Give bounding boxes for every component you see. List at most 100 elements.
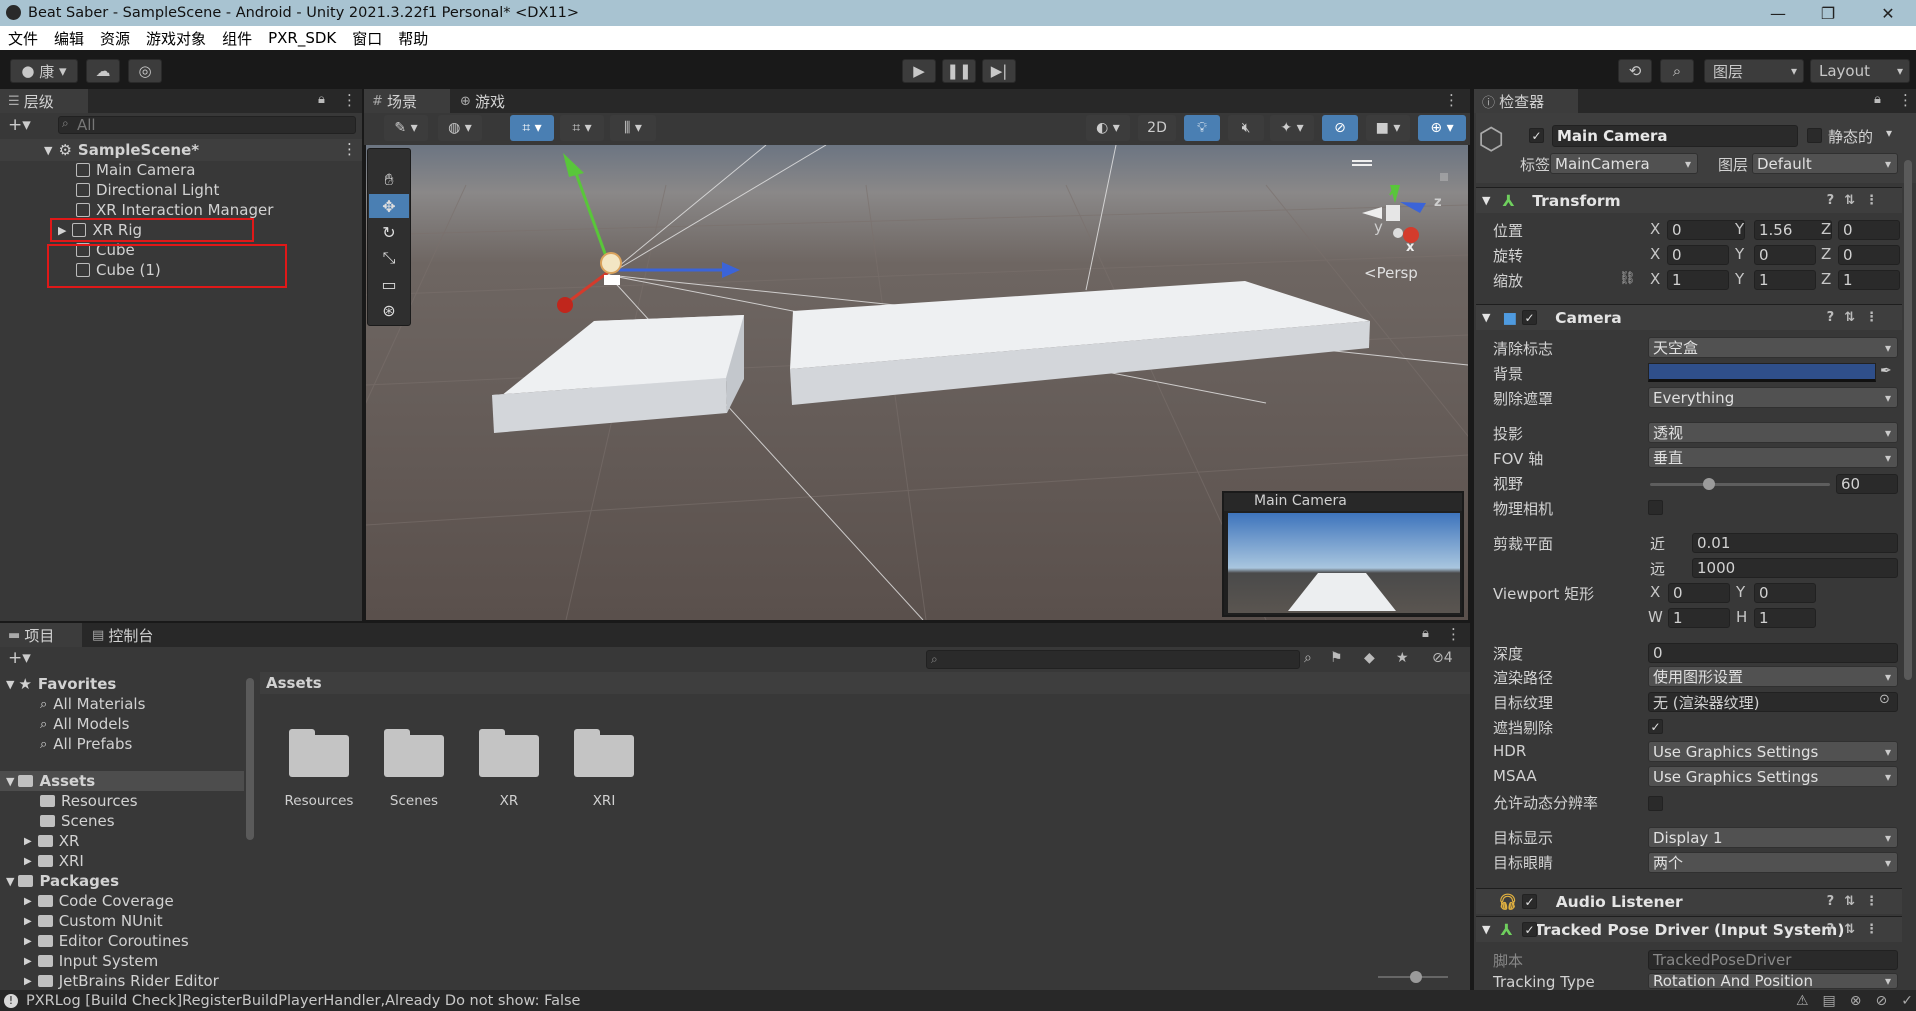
folder-xr[interactable]: ▶ XR xyxy=(24,831,79,851)
fov-slider-track[interactable] xyxy=(1650,483,1830,486)
close-button[interactable]: ✕ xyxy=(1866,0,1910,26)
expand-arrow-icon[interactable]: ▶ xyxy=(24,916,32,927)
search-by-type-icon[interactable]: ⌕ xyxy=(1304,650,1312,666)
projection-dropdown[interactable]: 透视 xyxy=(1648,422,1898,443)
rotation-y-input[interactable]: 0 xyxy=(1754,245,1816,265)
package-code-coverage[interactable]: ▶ Code Coverage xyxy=(24,891,174,911)
expand-arrow-icon[interactable]: ▶ xyxy=(24,956,32,967)
component-header-icons[interactable]: ?⇅⋮ xyxy=(1827,310,1888,325)
layer-dropdown[interactable]: Default xyxy=(1752,153,1898,174)
folder-resources[interactable]: Resources xyxy=(40,791,138,811)
search-button[interactable]: ⌕ xyxy=(1660,59,1694,83)
expand-arrow-icon[interactable]: ▶ xyxy=(24,896,32,907)
icon-size-slider-thumb[interactable] xyxy=(1410,971,1422,983)
expand-arrow-icon[interactable]: ▶ xyxy=(24,856,32,867)
active-checkbox[interactable]: ✓ xyxy=(1529,128,1544,143)
hand-tool[interactable]: ✋︎ xyxy=(369,168,409,192)
physical-camera-checkbox[interactable] xyxy=(1648,500,1663,515)
render-path-dropdown[interactable]: 使用图形设置 xyxy=(1648,666,1898,687)
component-header-icons[interactable]: ?⇅⋮ xyxy=(1827,193,1888,208)
menu-window[interactable]: 窗口 xyxy=(344,28,390,49)
folder-scenes[interactable]: Scenes xyxy=(40,811,115,831)
pause-button[interactable]: ❚❚ xyxy=(942,59,976,83)
viewport-y-input[interactable]: 0 xyxy=(1754,583,1816,603)
breadcrumb-assets[interactable]: Assets xyxy=(266,674,322,692)
expand-arrow-icon[interactable]: ▶ xyxy=(24,976,32,987)
asset-folder-resources[interactable] xyxy=(289,727,349,777)
increment-snap-dropdown[interactable]: ⫼ ▾ xyxy=(610,115,656,141)
depth-input[interactable]: 0 xyxy=(1648,643,1898,663)
expand-arrow-icon[interactable]: ▶ xyxy=(24,936,32,947)
layout-dropdown[interactable]: Layout ▾ xyxy=(1810,59,1910,83)
tab-inspector[interactable]: ⓘ 检查器 xyxy=(1474,89,1578,113)
background-color-swatch[interactable] xyxy=(1648,363,1876,382)
perspective-toggle[interactable]: <Persp xyxy=(1364,264,1418,282)
maximize-button[interactable]: ❐ xyxy=(1806,0,1850,26)
tag-dropdown[interactable]: MainCamera xyxy=(1550,153,1698,174)
menu-assets[interactable]: 资源 xyxy=(92,28,138,49)
panel-menu-icon[interactable]: ⋮ xyxy=(1446,625,1461,643)
transform-header[interactable]: ▼ ⅄ Transform ?⇅⋮ xyxy=(1476,187,1902,213)
audio-toggle[interactable]: 🔇︎ xyxy=(1228,115,1264,141)
lighting-toggle[interactable]: 💡︎ xyxy=(1184,115,1220,141)
audio-listener-checkbox[interactable]: ✓ xyxy=(1522,894,1537,909)
favorites-node[interactable]: ▼ ★ Favorites xyxy=(6,674,116,694)
hierarchy-item-xr-interaction-manager[interactable]: XR Interaction Manager xyxy=(76,200,273,220)
tab-project[interactable]: ▬ 项目 xyxy=(0,623,82,647)
mode-2d-toggle[interactable]: 2D xyxy=(1138,115,1176,141)
lock-icon[interactable]: 🔒︎ xyxy=(318,92,325,107)
object-picker-icon[interactable]: ⊙ xyxy=(1879,692,1890,707)
label-icon[interactable]: ◆ xyxy=(1364,650,1375,666)
hierarchy-item-directional-light[interactable]: Directional Light xyxy=(76,180,219,200)
clear-flags-dropdown[interactable]: 天空盒 xyxy=(1648,337,1898,358)
component-header-icons[interactable]: ?⇅⋮ xyxy=(1827,922,1888,937)
scale-y-input[interactable]: 1 xyxy=(1754,270,1816,290)
dynamic-resolution-checkbox[interactable] xyxy=(1648,796,1663,811)
asset-folder-xri[interactable] xyxy=(574,727,634,777)
tracked-pose-driver-header[interactable]: ▼ ⅄ ✓ Tracked Pose Driver (Input System)… xyxy=(1476,916,1902,942)
hierarchy-item-main-camera[interactable]: Main Camera xyxy=(76,160,195,180)
project-tree-scrollbar[interactable] xyxy=(246,678,254,840)
menu-help[interactable]: 帮助 xyxy=(390,28,436,49)
packages-node[interactable]: ▼ Packages xyxy=(6,871,119,891)
menu-pxr-sdk[interactable]: PXR_SDK xyxy=(260,29,344,47)
eyedropper-icon[interactable]: ✒︎ xyxy=(1880,363,1892,379)
fov-slider-thumb[interactable] xyxy=(1703,478,1715,490)
package-jetbrains-rider-editor[interactable]: ▶ JetBrains Rider Editor xyxy=(24,971,219,991)
fov-axis-dropdown[interactable]: 垂直 xyxy=(1648,447,1898,468)
lock-icon[interactable]: 🔒︎ xyxy=(1422,626,1429,641)
lock-icon[interactable]: 🔒︎ xyxy=(1874,92,1881,107)
link-icon[interactable]: ⛓︎ xyxy=(1619,271,1636,286)
filter-icon[interactable]: ⚑ xyxy=(1330,650,1343,666)
near-clip-input[interactable]: 0.01 xyxy=(1692,533,1898,553)
favorite-star-icon[interactable]: ★ xyxy=(1396,650,1409,666)
hidden-packages-toggle[interactable]: ⊘4 xyxy=(1432,650,1453,666)
scene-menu-icon[interactable]: ⋮ xyxy=(342,140,357,158)
panel-menu-icon[interactable]: ⋮ xyxy=(342,91,357,109)
global-dropdown[interactable]: ◍ ▾ xyxy=(438,115,482,141)
camera-header[interactable]: ▼ ■ ✓ Camera ?⇅⋮ xyxy=(1476,304,1902,330)
folder-xri[interactable]: ▶ XRI xyxy=(24,851,84,871)
rotation-x-input[interactable]: 0 xyxy=(1667,245,1729,265)
target-texture-field[interactable]: 无 (渲染器纹理) xyxy=(1648,692,1898,712)
viewport-x-input[interactable]: 0 xyxy=(1668,583,1730,603)
draw-mode-dropdown[interactable]: ✎ ▾ xyxy=(384,115,428,141)
favorite-all-prefabs[interactable]: ⌕ All Prefabs xyxy=(40,734,132,754)
msaa-dropdown[interactable]: Use Graphics Settings xyxy=(1648,766,1898,787)
move-tool[interactable]: ✥ xyxy=(369,194,409,218)
viewport-w-input[interactable]: 1 xyxy=(1668,608,1730,628)
rect-tool[interactable]: ▭ xyxy=(369,272,409,296)
panel-menu-icon[interactable]: ⋮ xyxy=(1898,91,1913,109)
snap-toggle[interactable]: ⌗ ▾ xyxy=(510,115,554,141)
far-clip-input[interactable]: 1000 xyxy=(1692,558,1898,578)
effects-dropdown[interactable]: ✦ ▾ xyxy=(1270,115,1314,141)
grid-dropdown[interactable]: ⌗ ▾ xyxy=(560,115,604,141)
scene-root[interactable]: ▼ ⚙ SampleScene* xyxy=(44,140,199,160)
asset-folder-scenes[interactable] xyxy=(384,727,444,777)
occlusion-culling-checkbox[interactable]: ✓ xyxy=(1648,719,1663,734)
scale-x-input[interactable]: 1 xyxy=(1667,270,1729,290)
cloud-button[interactable]: ☁ xyxy=(86,59,120,83)
culling-mask-dropdown[interactable]: Everything xyxy=(1648,387,1898,408)
create-button[interactable]: +▾ xyxy=(8,648,31,668)
menu-file[interactable]: 文件 xyxy=(0,28,46,49)
